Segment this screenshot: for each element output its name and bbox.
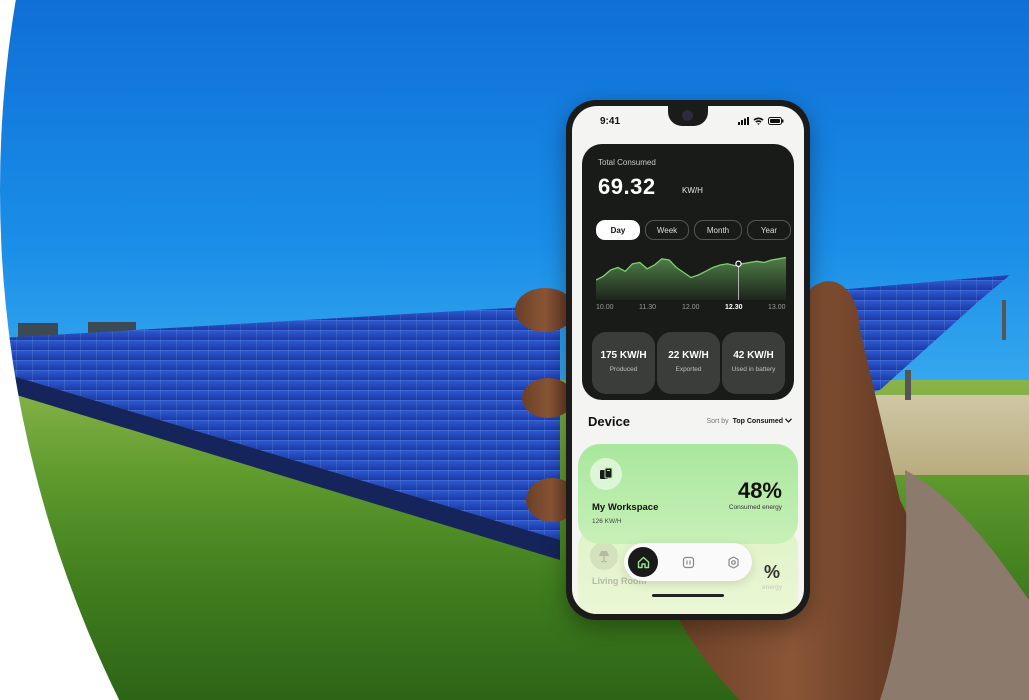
status-icons [738,117,784,125]
x-tick-label: 11.30 [639,304,656,311]
hand [0,0,1029,700]
stat-label: Used in battery [731,366,776,373]
stat-value: 175 KW/H [600,350,647,361]
sort-label: Sort by [706,418,729,425]
tab-day[interactable]: Day [596,220,640,240]
status-time: 9:41 [600,116,621,127]
battery-icon [768,117,784,125]
chart-x-axis: 10.00 11.30 12.00 12.30 13.00 [596,304,786,314]
stat-value: 42 KW/H [733,350,774,361]
device-percent: % [763,562,780,582]
sort-value: Top Consumed [732,418,784,425]
tab-week[interactable]: Week [645,220,689,240]
device-percent: 48% [737,478,782,503]
x-tick-label: 12.00 [682,304,700,311]
sort-dropdown[interactable]: Sort by Top Consumed [706,418,792,425]
nav-home[interactable] [628,547,658,577]
nav-settings[interactable] [718,547,748,577]
phone-device: 9:41 Total Consumed 69.32 KW/H Day Week … [566,100,810,620]
home-indicator [652,594,724,597]
bottom-nav [624,543,752,581]
consumption-card: Total Consumed 69.32 KW/H Day Week Month… [582,144,794,400]
signal-icon [738,117,749,125]
tab-year[interactable]: Year [747,220,791,240]
devices-icon [682,556,694,568]
stat-produced: 175 KW/H Produced [592,332,655,394]
wifi-icon [753,117,764,125]
device-percent-label: energy [762,584,782,591]
status-bar: 9:41 [572,116,804,132]
tab-month[interactable]: Month [694,220,742,240]
stat-value: 22 KW/H [668,350,709,361]
stat-exported: 22 KW/H Exported [657,332,720,394]
solar-field-photo [0,0,1029,700]
device-percent-label: Consumed energy [728,504,782,511]
device-kwh: 126 KW/H [592,518,622,525]
chart-area [596,257,786,300]
period-tabs: Day Week Month Year [596,220,791,240]
stat-battery: 42 KW/H Used in battery [722,332,785,394]
nav-devices[interactable] [673,547,703,577]
device-card-workspace[interactable]: My Workspace 126 KW/H 48% Consumed energ… [578,444,798,544]
x-tick-label: 10.00 [596,304,614,311]
consumption-chart[interactable] [596,244,786,304]
total-consumed-label: Total Consumed [598,158,656,167]
total-consumed-value: 69.32 [598,174,656,199]
chart-point-marker[interactable] [735,260,742,267]
device-section-title: Device [588,414,630,429]
settings-icon [727,555,739,569]
stat-label: Exported [675,366,702,373]
chevron-down-icon [785,418,792,423]
total-consumed-unit: KW/H [682,186,703,195]
stat-label: Produced [609,366,638,373]
x-tick-label: 13.00 [768,304,786,311]
lamp-icon [590,542,618,570]
home-icon [637,556,649,568]
x-tick-label: 12.30 [725,304,743,311]
device-name: My Workspace [592,502,659,513]
workspace-icon [590,458,622,490]
phone-screen: 9:41 Total Consumed 69.32 KW/H Day Week … [572,106,804,614]
